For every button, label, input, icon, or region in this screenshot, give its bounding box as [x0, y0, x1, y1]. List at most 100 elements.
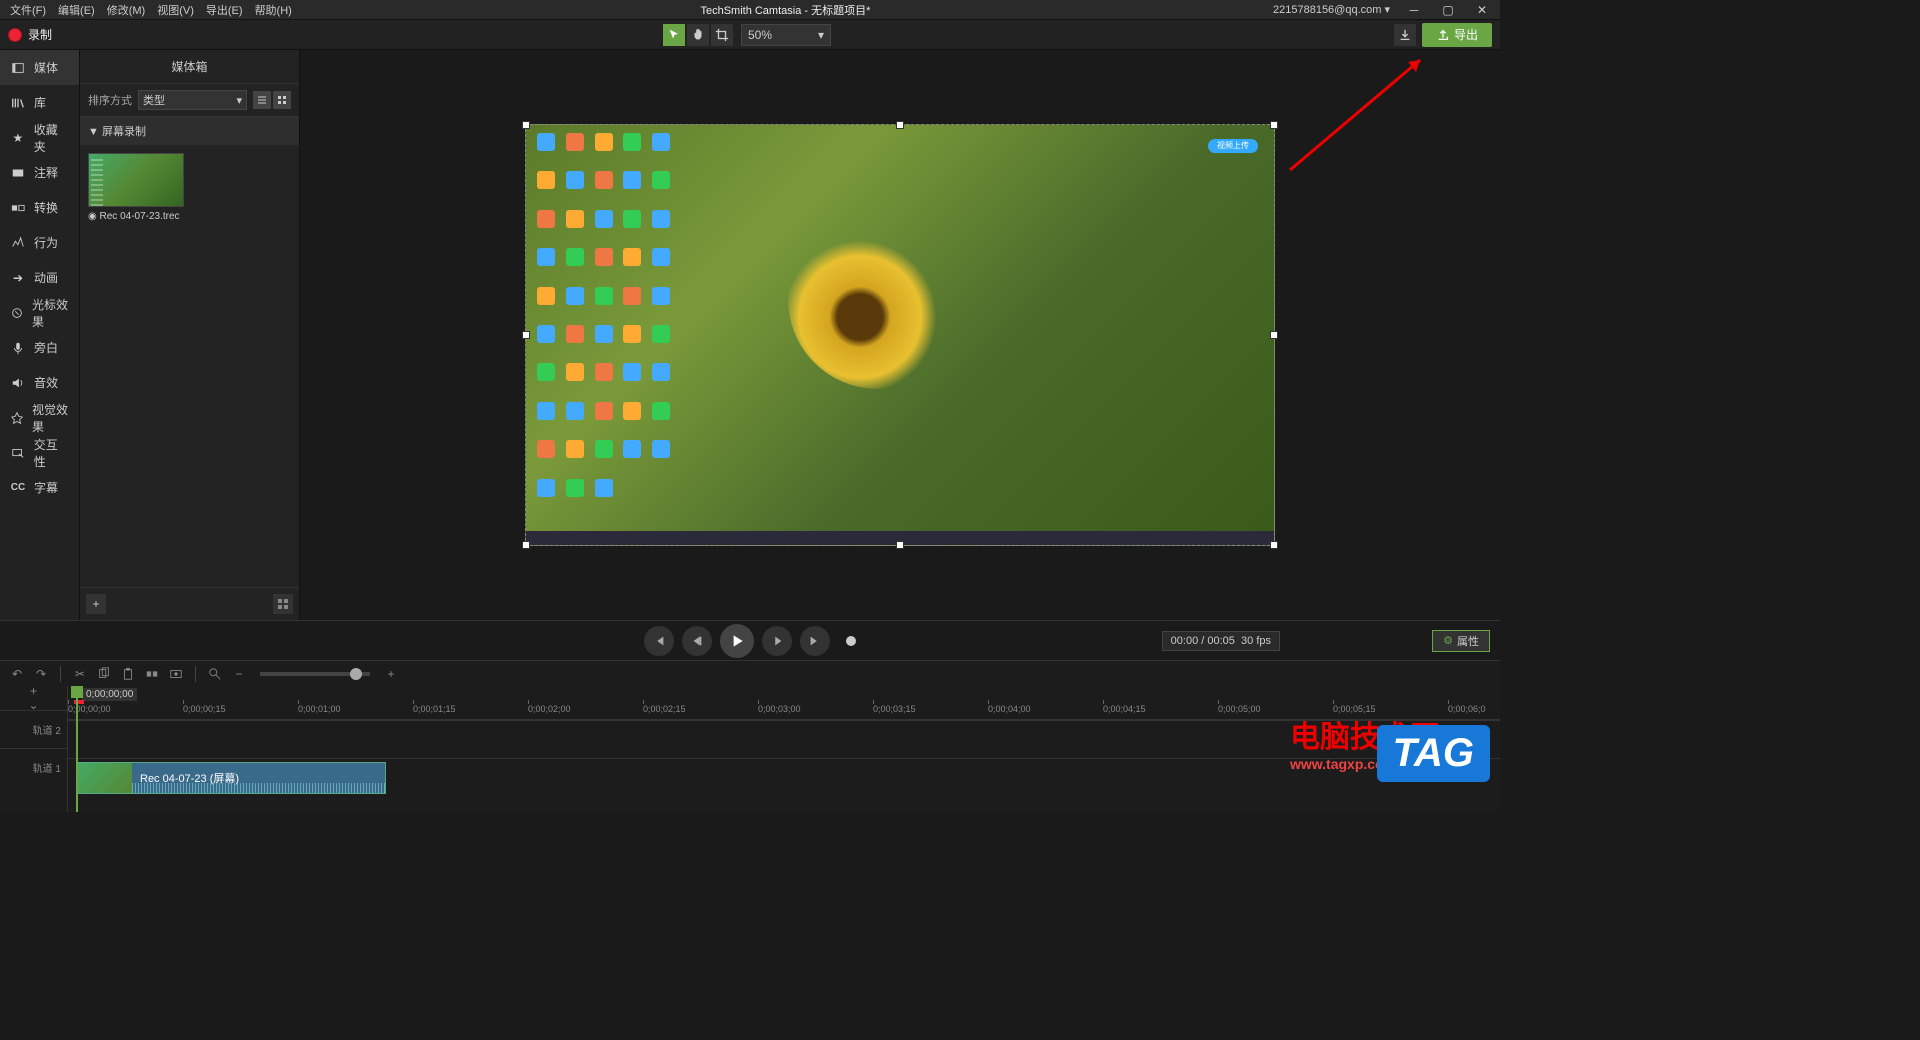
track-2-label[interactable]: 轨道 2 [0, 710, 67, 748]
split-button[interactable] [143, 665, 161, 683]
resize-handle[interactable] [522, 541, 530, 549]
export-button[interactable]: 导出 [1422, 23, 1492, 47]
sidebar-behaviors[interactable]: 行为 [0, 225, 79, 260]
ruler-tick: 0;00;03;00 [758, 704, 801, 714]
canvas-area[interactable]: 视频上传 [300, 50, 1500, 620]
sidebar-narration[interactable]: 旁白 [0, 330, 79, 365]
properties-button[interactable]: ⚙ 属性 [1432, 630, 1490, 652]
resize-handle[interactable] [522, 331, 530, 339]
playhead-time: 0;00;00;00 [82, 688, 137, 701]
download-button[interactable] [1394, 24, 1416, 46]
timeline-toolbar: ↶ ↷ ✂ − + [0, 660, 1500, 686]
zoom-slider[interactable] [260, 672, 370, 676]
menu-help[interactable]: 帮助(H) [249, 2, 298, 18]
playhead[interactable] [76, 686, 78, 812]
maximize-button[interactable]: ▢ [1434, 1, 1462, 19]
sidebar-media[interactable]: 媒体 [0, 50, 79, 85]
record-button[interactable]: 录制 [8, 26, 52, 43]
undo-button[interactable]: ↶ [8, 665, 26, 683]
resize-handle[interactable] [896, 121, 904, 129]
playback-controls: 00:00 / 00:05 30 fps ⚙ 属性 [0, 620, 1500, 660]
menu-modify[interactable]: 修改(M) [101, 2, 152, 18]
export-label: 导出 [1454, 26, 1478, 43]
track-1-row[interactable]: Rec 04-07-23 (屏幕) [68, 758, 1500, 796]
track-2-row[interactable] [68, 720, 1500, 758]
chevron-down-icon: ▾ [818, 28, 824, 42]
step-forward-button[interactable] [762, 626, 792, 656]
sidebar-item-label: 行为 [34, 234, 58, 251]
record-icon [8, 28, 22, 42]
menu-view[interactable]: 视图(V) [151, 2, 200, 18]
play-button[interactable] [720, 624, 754, 658]
cut-button[interactable]: ✂ [71, 665, 89, 683]
account-menu[interactable]: 2215788156@qq.com ▾ [1273, 3, 1390, 16]
sidebar-visual-effects[interactable]: 视觉效果 [0, 400, 79, 435]
star-icon: ★ [10, 130, 26, 146]
pan-tool[interactable] [687, 24, 709, 46]
scrub-handle[interactable] [846, 636, 856, 646]
sidebar-favorites[interactable]: ★ 收藏夹 [0, 120, 79, 155]
sidebar-captions[interactable]: CC 字幕 [0, 470, 79, 505]
folder-screen-recording[interactable]: ▼ 屏幕录制 [80, 117, 299, 145]
zoom-out-button[interactable]: − [230, 665, 248, 683]
grid-toggle-button[interactable] [273, 594, 293, 614]
minimize-button[interactable]: ─ [1400, 1, 1428, 19]
close-button[interactable]: ✕ [1468, 1, 1496, 19]
media-clip-thumb[interactable] [88, 153, 184, 207]
sidebar-animations[interactable]: ➔ 动画 [0, 260, 79, 295]
next-frame-button[interactable] [800, 626, 830, 656]
tool-sidebar: 媒体 库 ★ 收藏夹 注释 转换 行为 ➔ 动画 光标效果 [0, 50, 80, 620]
prev-frame-button[interactable] [644, 626, 674, 656]
resize-handle[interactable] [1270, 121, 1278, 129]
sidebar-audio-effects[interactable]: 音效 [0, 365, 79, 400]
sidebar-transitions[interactable]: 转换 [0, 190, 79, 225]
ruler-tick: 0;00;05;00 [1218, 704, 1261, 714]
canvas-clip[interactable]: 视频上传 [525, 124, 1275, 546]
sort-label: 排序方式 [88, 92, 132, 108]
resize-handle[interactable] [896, 541, 904, 549]
add-track-button[interactable]: + [25, 685, 43, 697]
zoom-search-button[interactable] [206, 665, 224, 683]
zoom-select[interactable]: 50% ▾ [741, 24, 831, 46]
wallpaper-sunflower [788, 209, 968, 389]
resize-handle[interactable] [1270, 541, 1278, 549]
redo-button[interactable]: ↷ [32, 665, 50, 683]
annotation-icon [10, 165, 26, 181]
track-1-label[interactable]: 轨道 1 [0, 748, 67, 786]
media-icon [10, 60, 26, 76]
sort-select[interactable]: 类型 ▾ [138, 90, 247, 110]
resize-handle[interactable] [522, 121, 530, 129]
cursor-tool[interactable] [663, 24, 685, 46]
add-media-button[interactable]: + [86, 594, 106, 614]
menu-export[interactable]: 导出(E) [200, 2, 249, 18]
list-view-button[interactable] [253, 91, 271, 109]
sidebar-item-label: 旁白 [34, 339, 58, 356]
ruler-tick: 0;00;01;15 [413, 704, 456, 714]
menu-file[interactable]: 文件(F) [4, 2, 52, 18]
sidebar-item-label: 媒体 [34, 59, 58, 76]
paste-button[interactable] [119, 665, 137, 683]
sidebar-interactivity[interactable]: 交互性 [0, 435, 79, 470]
library-icon [10, 95, 26, 111]
grid-view-button[interactable] [273, 91, 291, 109]
ruler-tick: 0;00;01;00 [298, 704, 341, 714]
sidebar-annotations[interactable]: 注释 [0, 155, 79, 190]
zoom-in-button[interactable]: + [382, 665, 400, 683]
sidebar-library[interactable]: 库 [0, 85, 79, 120]
time-display: 00:00 / 00:05 30 fps [1162, 631, 1280, 651]
step-back-button[interactable] [682, 626, 712, 656]
timeline-clip[interactable]: Rec 04-07-23 (屏幕) [76, 762, 386, 794]
cloud-badge: 视频上传 [1208, 139, 1258, 153]
menu-edit[interactable]: 编辑(E) [52, 2, 101, 18]
expand-tracks-button[interactable]: ⌄ [25, 699, 43, 711]
sidebar-cursor-effects[interactable]: 光标效果 [0, 295, 79, 330]
copy-button[interactable] [95, 665, 113, 683]
crop-tool[interactable] [711, 24, 733, 46]
resize-handle[interactable] [1270, 331, 1278, 339]
marker-button[interactable] [167, 665, 185, 683]
timeline-ruler[interactable]: 0;00;00;00 0;00;00;000;00;00;150;00;01;0… [68, 686, 1500, 720]
ruler-tick: 0;00;03;15 [873, 704, 916, 714]
panel-title: 媒体箱 [80, 50, 299, 84]
interactivity-icon [10, 445, 26, 461]
clip-thumbnail [77, 763, 132, 793]
